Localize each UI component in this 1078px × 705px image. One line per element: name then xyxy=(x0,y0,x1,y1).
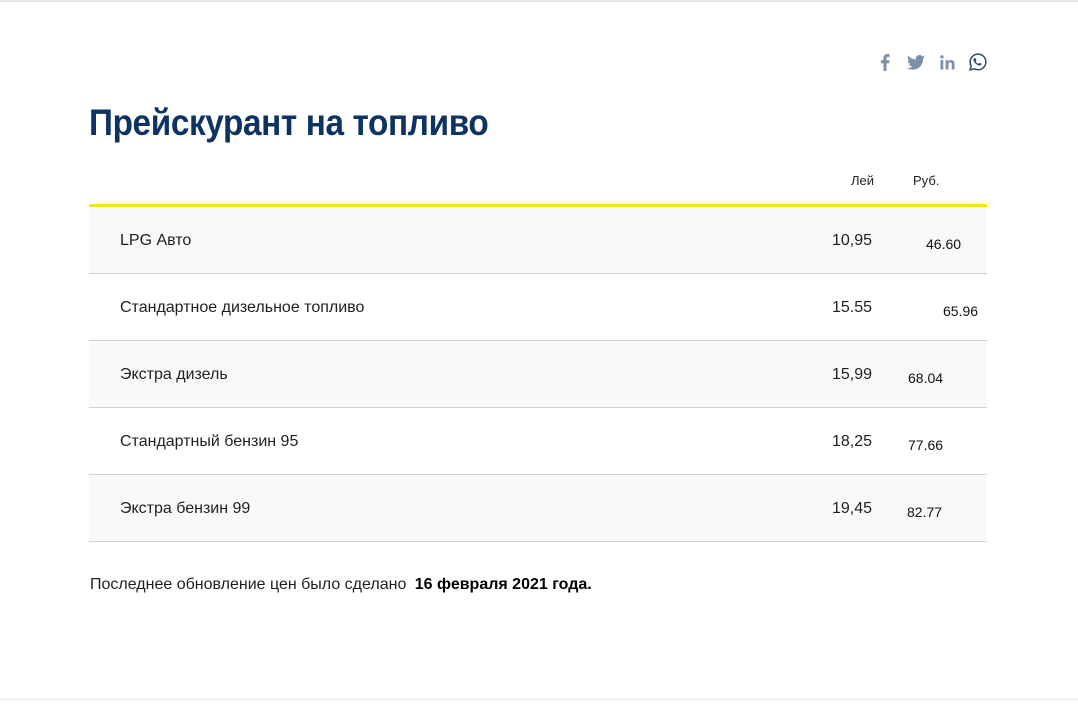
table-row: Стандартное дизельное топливо 15.55 65.9… xyxy=(89,274,987,341)
page-title: Прейскурант на топливо xyxy=(89,102,489,143)
twitter-icon[interactable] xyxy=(906,51,926,73)
column-header-rub: Руб. xyxy=(913,173,940,188)
price-table: LPG Авто 10,95 46.60 Стандартное дизельн… xyxy=(89,207,987,542)
table-row: Экстра бензин 99 19,45 82.77 xyxy=(89,475,987,542)
price-lei: 10,95 xyxy=(831,232,872,249)
fuel-name: Экстра дизель xyxy=(120,366,228,383)
whatsapp-icon[interactable] xyxy=(968,51,988,73)
last-update-text: Последнее обновление цен было сделано xyxy=(90,576,411,593)
price-rub: 65.96 xyxy=(943,303,979,319)
price-lei: 18,25 xyxy=(831,433,872,450)
price-rub: 77.66 xyxy=(908,437,944,453)
fuel-price-page: Прейскурант на топливо Лей Руб. LPG Авто… xyxy=(0,0,1078,705)
fuel-name: LPG Авто xyxy=(120,232,192,249)
fuel-name: Экстра бензин 99 xyxy=(120,500,251,517)
price-lei: 19,45 xyxy=(831,500,872,517)
linkedin-icon[interactable] xyxy=(937,51,957,73)
table-row: Экстра дизель 15,99 68.04 xyxy=(89,341,987,408)
share-bar xyxy=(875,51,988,73)
last-update-date: 16 февраля 2021 года. xyxy=(414,576,592,593)
fuel-name: Стандартный бензин 95 xyxy=(120,433,299,450)
bottom-divider xyxy=(0,699,1078,700)
price-rub: 46.60 xyxy=(926,236,962,252)
table-row: LPG Авто 10,95 46.60 xyxy=(89,207,987,274)
price-lei: 15,99 xyxy=(831,366,872,383)
price-lei: 15.55 xyxy=(831,299,872,316)
column-header-lei: Лей xyxy=(851,173,875,188)
price-rub: 68.04 xyxy=(908,370,944,386)
table-row: Стандартный бензин 95 18,25 77.66 xyxy=(89,408,987,475)
top-divider xyxy=(0,0,1078,2)
facebook-icon[interactable] xyxy=(875,51,895,73)
last-update-note: Последнее обновление цен было сделано 16… xyxy=(90,576,592,594)
fuel-name: Стандартное дизельное топливо xyxy=(120,299,365,316)
price-rub: 82.77 xyxy=(907,504,943,520)
